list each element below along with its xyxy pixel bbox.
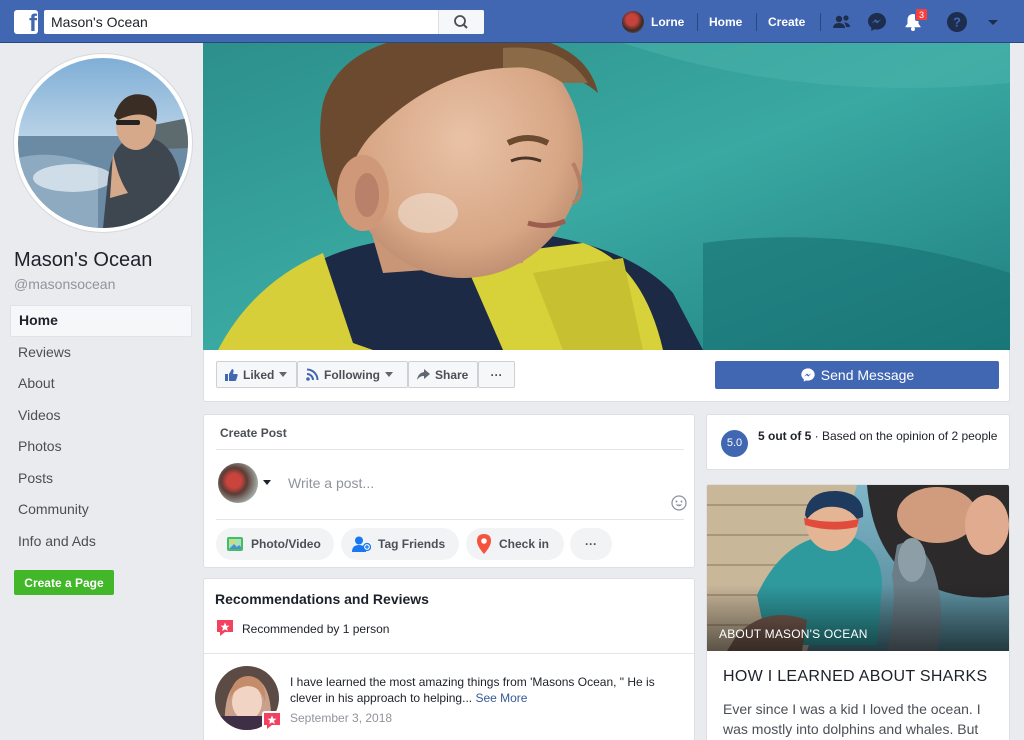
divider <box>204 653 694 654</box>
nav-home-link[interactable]: Home <box>709 15 742 29</box>
caret-down-icon <box>385 372 393 377</box>
top-navigation-bar: f Lorne Home Create 3 ? <box>0 0 1024 43</box>
create-post-title: Create Post <box>220 426 287 440</box>
nav-profile-link[interactable]: Lorne <box>622 10 684 34</box>
liked-label: Liked <box>243 367 275 382</box>
check-in-button[interactable]: Check in <box>466 528 564 560</box>
review-date[interactable]: September 3, 2018 <box>290 711 392 725</box>
help-icon[interactable]: ? <box>945 10 969 34</box>
friends-icon[interactable] <box>830 10 854 34</box>
caret-down-icon <box>279 372 288 377</box>
more-icon: ··· <box>490 367 503 382</box>
nav-create-link[interactable]: Create <box>768 15 805 29</box>
rating-basis-text: · Based on the opinion of 2 people <box>811 429 998 443</box>
liked-button[interactable]: Liked <box>216 361 297 388</box>
left-nav-videos[interactable]: Videos <box>10 400 192 432</box>
cover-photo[interactable] <box>203 43 1010 350</box>
more-icon: ··· <box>585 537 597 551</box>
left-nav-info-and-ads[interactable]: Info and Ads <box>10 526 192 558</box>
rating-summary[interactable]: 5 out of 5 · Based on the opinion of 2 p… <box>758 428 998 444</box>
left-nav-about[interactable]: About <box>10 368 192 400</box>
recommendations-title[interactable]: Recommendations and Reviews <box>215 591 429 607</box>
recommendations-card: Recommendations and Reviews Recommended … <box>203 578 695 740</box>
photo-video-button[interactable]: Photo/Video <box>216 528 334 560</box>
story-title[interactable]: HOW I LEARNED ABOUT SHARKS <box>723 668 987 686</box>
profile-photo <box>18 58 188 228</box>
share-button[interactable]: Share <box>408 361 478 388</box>
like-icon <box>225 368 238 381</box>
story-label: ABOUT MASON'S OCEAN <box>719 627 868 641</box>
rating-score-badge: 5.0 <box>721 430 748 457</box>
write-post-input[interactable]: Write a post... <box>288 475 374 491</box>
location-pin-icon <box>477 534 491 554</box>
photo-icon <box>227 537 243 551</box>
left-nav-photos[interactable]: Photos <box>10 431 192 463</box>
cover-image <box>203 43 1010 350</box>
dropdown-icon[interactable] <box>981 10 1005 34</box>
left-navigation: Home Reviews About Videos Photos Posts C… <box>10 305 192 557</box>
page-profile-picture[interactable] <box>14 54 192 232</box>
more-post-options-button[interactable]: ··· <box>570 528 612 560</box>
divider <box>216 449 684 450</box>
tag-friends-label: Tag Friends <box>378 537 446 551</box>
nav-divider <box>820 13 821 31</box>
rating-card: 5.0 5 out of 5 · Based on the opinion of… <box>706 414 1010 470</box>
emoji-icon[interactable] <box>671 495 687 511</box>
share-label: Share <box>435 367 469 382</box>
review-star-icon <box>217 620 233 636</box>
nav-divider <box>756 13 757 31</box>
page-handle[interactable]: @masonsocean <box>14 276 115 292</box>
left-nav-home[interactable]: Home <box>10 305 192 337</box>
photo-video-label: Photo/Video <box>251 537 321 551</box>
nav-divider <box>697 13 698 31</box>
nav-profile-name: Lorne <box>651 15 685 29</box>
svg-text:?: ? <box>953 15 961 30</box>
search-box <box>44 10 484 34</box>
create-page-button[interactable]: Create a Page <box>14 570 114 595</box>
page-title: Mason's Ocean <box>14 249 153 271</box>
review-star-icon <box>262 711 282 731</box>
review-text: I have learned the most amazing things f… <box>290 674 682 706</box>
left-nav-posts[interactable]: Posts <box>10 463 192 495</box>
search-button[interactable] <box>438 10 484 34</box>
rss-icon <box>306 368 319 381</box>
avatar <box>218 463 258 503</box>
tag-icon <box>352 536 371 552</box>
notification-badge: 3 <box>915 8 928 21</box>
left-nav-reviews[interactable]: Reviews <box>10 337 192 369</box>
facebook-logo-icon[interactable]: f <box>14 10 38 34</box>
search-input[interactable] <box>44 10 440 34</box>
see-more-link[interactable]: See More <box>475 691 527 705</box>
recommendation-count: Recommended by 1 person <box>242 622 390 636</box>
share-icon <box>417 369 430 380</box>
following-label: Following <box>324 367 380 382</box>
left-nav-community[interactable]: Community <box>10 494 192 526</box>
caret-down-icon[interactable] <box>263 480 271 485</box>
story-card[interactable]: ABOUT MASON'S OCEAN HOW I LEARNED ABOUT … <box>706 484 1010 740</box>
review-body: I have learned the most amazing things f… <box>290 675 655 705</box>
send-message-button[interactable]: Send Message <box>715 361 999 389</box>
create-post-card: Create Post Write a post... Photo/Video … <box>203 414 695 568</box>
page-action-bar: Liked Following Share ··· Send Message <box>203 350 1010 402</box>
following-button[interactable]: Following <box>297 361 408 388</box>
divider <box>216 519 684 520</box>
tag-friends-button[interactable]: Tag Friends <box>341 528 459 560</box>
check-in-label: Check in <box>499 537 550 551</box>
messenger-icon[interactable] <box>865 10 889 34</box>
messenger-icon <box>801 368 815 382</box>
rating-score-text: 5 out of 5 <box>758 429 812 443</box>
search-icon <box>454 15 468 29</box>
more-actions-button[interactable]: ··· <box>478 361 515 388</box>
nav-avatar <box>622 11 644 33</box>
send-message-label: Send Message <box>820 367 915 383</box>
story-body: Ever since I was a kid I loved the ocean… <box>723 701 981 737</box>
